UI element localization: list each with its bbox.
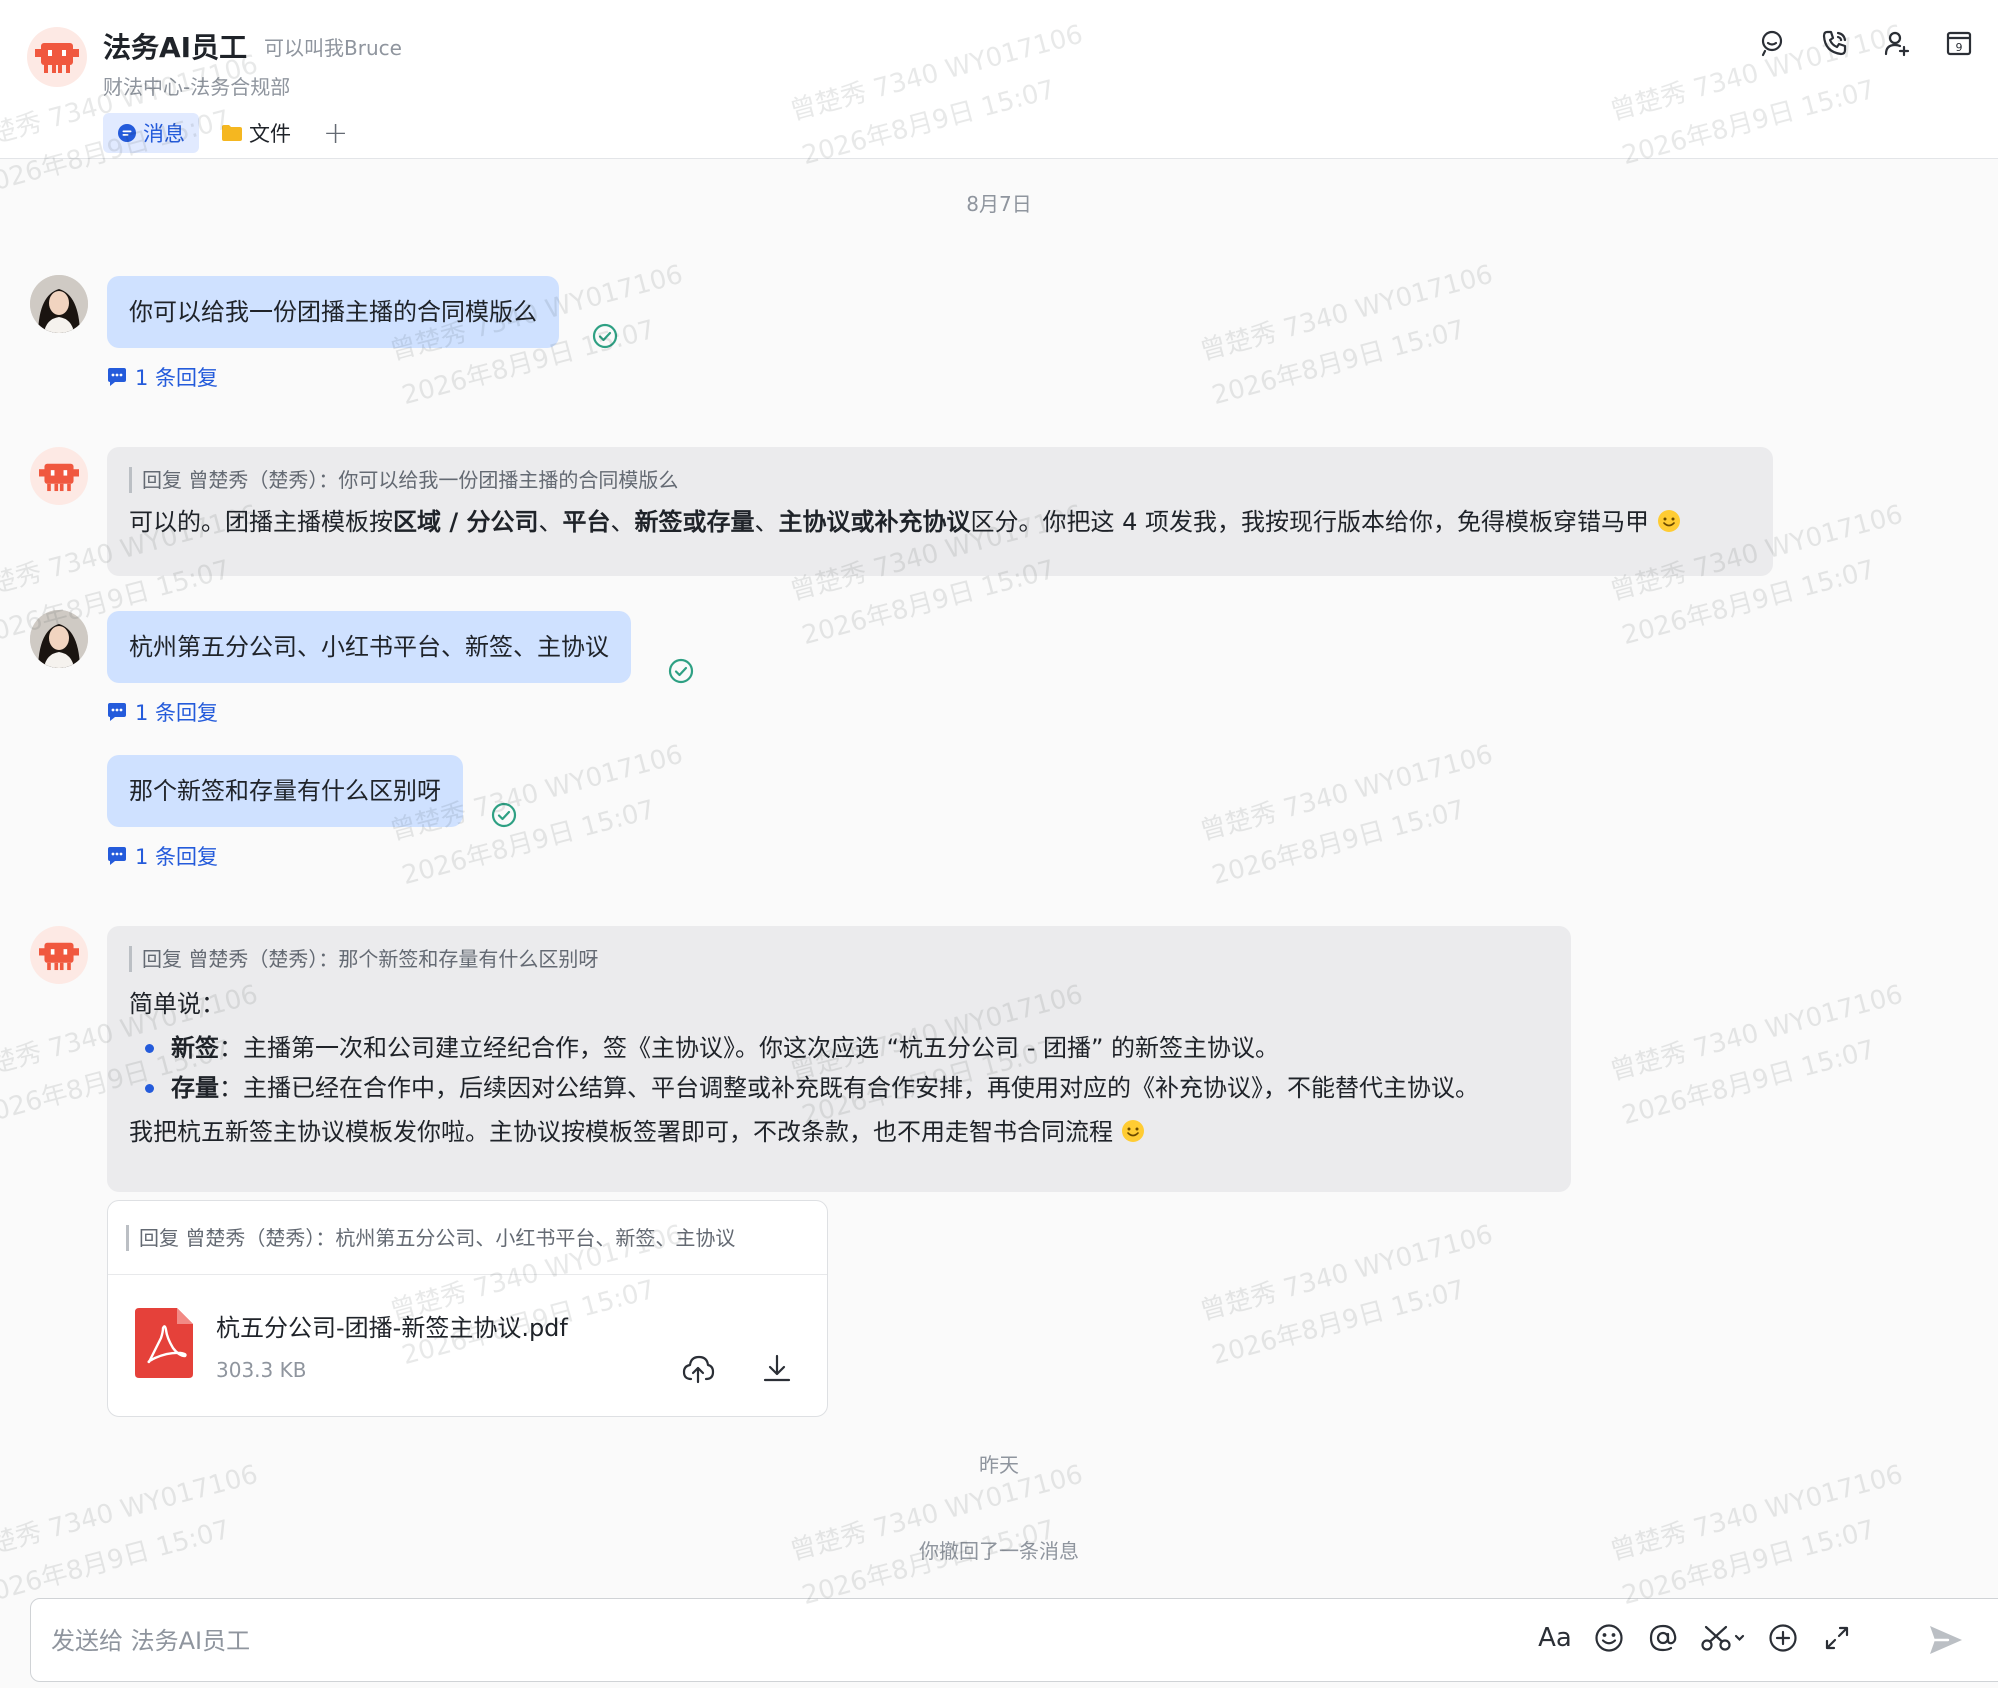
user-photo-icon [30,275,88,333]
file-size: 303.3 KB [216,1358,307,1382]
thread-reply-link[interactable]: 1 条回复 [107,697,218,727]
chat-bubble-icon [117,123,137,143]
tab-messages[interactable]: 消息 [103,113,199,153]
mention-icon[interactable] [1646,1618,1680,1658]
list-item: 新签：主播第一次和公司建立经纪合作，签《主协议》。你这次应选 “杭五分公司 - … [143,1028,1549,1068]
reply-quote: 回复 曾楚秀（楚秀）：那个新签和存量有什么区别呀 [129,946,1549,972]
bullet-list: 新签：主播第一次和公司建立经纪合作，签《主协议》。你这次应选 “杭五分公司 - … [143,1028,1549,1108]
tab-files-label: 文件 [249,122,291,146]
message-text: 你可以给我一份团播主播的合同模版么 [129,298,537,326]
date-separator: 昨天 [979,1453,1019,1477]
bot-mascot-icon [35,43,79,73]
bot-mascot-icon [39,463,79,491]
bot-avatar[interactable] [30,926,88,984]
calendar-icon[interactable]: 9 [1944,28,1974,58]
chat-department: 财法中心-法务合规部 [103,75,291,99]
message-text: 那个新签和存量有什么区别呀 [129,777,441,805]
pdf-file-icon [135,1308,193,1378]
chat-header: 法务AI员工 可以叫我Bruce 财法中心-法务合规部 消息 文件 + 9 [0,0,1998,159]
tab-messages-label: 消息 [143,122,185,146]
message-input[interactable] [51,1619,1551,1663]
message-text: 可以的。团播主播模板按区域 / 分公司、平台、新签或存量、主协议或补充协议区分。… [129,505,1751,542]
tab-files[interactable]: 文件 [207,113,305,153]
thread-icon [107,703,127,721]
add-member-icon[interactable] [1882,28,1912,58]
more-plus-icon[interactable] [1766,1618,1800,1658]
read-check-icon [491,802,517,828]
chat-tabs: 消息 文件 + [103,113,348,153]
screenshot-icon[interactable] [1700,1618,1746,1658]
card-divider [108,1274,827,1275]
font-format-icon[interactable]: Aa [1538,1618,1572,1658]
file-name[interactable]: 杭五分公司-团播-新签主协议.pdf [216,1308,568,1343]
recall-notice: 你撤回了一条消息 [919,1539,1079,1563]
expand-icon[interactable] [1820,1618,1854,1658]
bot-avatar[interactable] [27,27,87,87]
list-item: 存量：主播已经在合作中，后续因对公结算、平台调整或补充既有合作安排，再使用对应的… [143,1068,1549,1108]
message-intro: 简单说： [129,990,225,1018]
smile-emoji-icon [1657,508,1681,542]
composer-toolbar: Aa [1538,1618,1854,1658]
send-icon[interactable] [1926,1620,1966,1660]
user-avatar[interactable] [30,610,88,668]
add-tab-button[interactable]: + [323,116,348,151]
thread-reply-count: 1 条回复 [135,701,219,725]
bot-mascot-icon [39,942,79,970]
thread-icon [107,847,127,865]
chat-title: 法务AI员工 [103,31,248,64]
reply-quote: 回复 曾楚秀（楚秀）：你可以给我一份团播主播的合同模版么 [129,467,1751,493]
phone-icon[interactable] [1820,28,1850,58]
date-separator: 8月7日 [966,192,1032,216]
message-bubble[interactable]: 回复 曾楚秀（楚秀）：你可以给我一份团播主播的合同模版么 可以的。团播主播模板按… [107,447,1773,576]
folder-icon [221,124,243,142]
watermark-layer: 曾楚秀 7340 WY0171062026年8月9日 15:07 曾楚秀 734… [0,0,1998,1688]
thread-reply-count: 1 条回复 [135,366,219,390]
message-bubble[interactable]: 杭州第五分公司、小红书平台、新签、主协议 [107,611,631,683]
watermark: 曾楚秀 7340 WY0171062026年8月9日 15:07 [1607,979,1907,1132]
message-bubble[interactable]: 你可以给我一份团播主播的合同模版么 [107,276,559,348]
file-message-card[interactable]: 回复 曾楚秀（楚秀）：杭州第五分公司、小红书平台、新签、主协议 杭五分公司-团播… [107,1200,828,1417]
emoji-icon[interactable] [1592,1618,1626,1658]
header-actions: 9 [1758,28,1974,58]
bot-avatar[interactable] [30,447,88,505]
message-closing: 我把杭五新签主协议模板发你啦。主协议按模板签署即可，不改条款，也不用走智书合同流… [129,1112,1549,1155]
message-bubble[interactable]: 回复 曾楚秀（楚秀）：那个新签和存量有什么区别呀 简单说： 新签：主播第一次和公… [107,926,1571,1192]
read-check-icon [592,323,618,349]
search-icon[interactable] [1758,28,1788,58]
watermark: 曾楚秀 7340 WY0171062026年8月9日 15:07 [1197,259,1497,412]
user-avatar[interactable] [30,275,88,333]
message-text: 杭州第五分公司、小红书平台、新签、主协议 [129,633,609,661]
chat-nickname: 可以叫我Bruce [264,36,402,60]
message-bubble[interactable]: 那个新签和存量有什么区别呀 [107,755,463,827]
smile-emoji-icon [1121,1115,1145,1155]
user-photo-icon [30,610,88,668]
download-icon[interactable] [760,1352,794,1386]
thread-reply-link[interactable]: 1 条回复 [107,362,218,392]
thread-reply-link[interactable]: 1 条回复 [107,841,218,871]
svg-text:9: 9 [1956,41,1963,54]
thread-reply-count: 1 条回复 [135,845,219,869]
save-to-cloud-icon[interactable] [681,1352,715,1386]
watermark: 曾楚秀 7340 WY0171062026年8月9日 15:07 [1197,739,1497,892]
thread-icon [107,368,127,386]
read-check-icon [668,658,694,684]
reply-quote: 回复 曾楚秀（楚秀）：杭州第五分公司、小红书平台、新签、主协议 [126,1225,735,1251]
watermark: 曾楚秀 7340 WY0171062026年8月9日 15:07 [1197,1219,1497,1372]
